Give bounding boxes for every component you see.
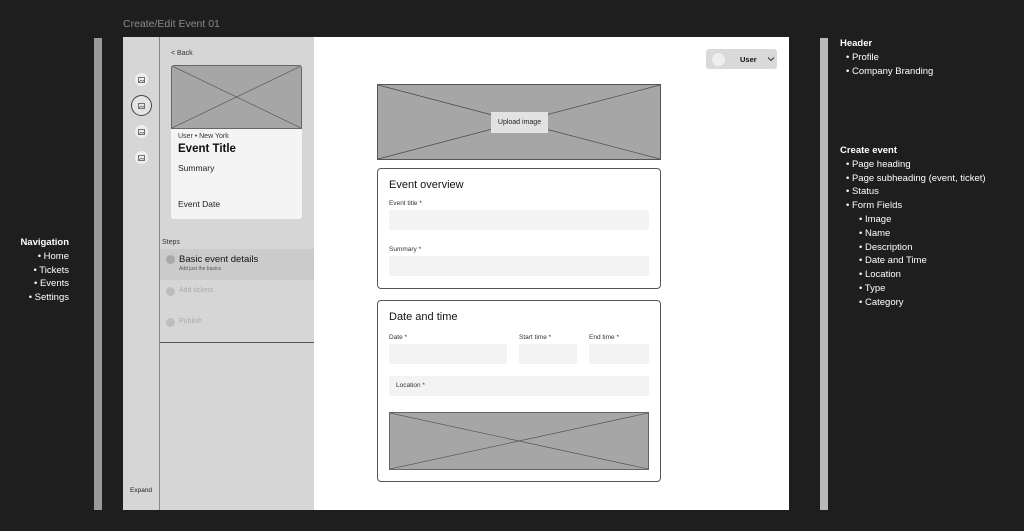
event-title-input[interactable] — [389, 210, 649, 230]
main-content: User Upload image Event overview Event t… — [314, 37, 789, 510]
step-sublabel: Add just the basics — [179, 266, 221, 272]
left-annotation-bar — [94, 38, 102, 510]
step-add-tickets[interactable]: Add tickets — [160, 281, 314, 312]
note-item: Home — [16, 250, 69, 264]
field-label: Start time * — [519, 334, 552, 341]
note-item: Settings — [16, 291, 69, 305]
note-subitem: Location — [840, 268, 986, 282]
step-publish[interactable]: Publish — [160, 312, 314, 343]
avatar — [712, 52, 725, 66]
create-event-note-heading: Create event — [840, 145, 898, 156]
right-annotation-bar — [820, 38, 828, 510]
event-date: Event Date — [178, 199, 221, 209]
expand-button[interactable]: Expand — [130, 487, 152, 494]
field-label: Date * — [389, 334, 408, 341]
field-label: Summary * — [389, 246, 422, 253]
end-time-input[interactable] — [589, 344, 649, 364]
note-subitem: Name — [840, 227, 986, 241]
icon-rail: Expand — [123, 37, 160, 510]
image-icon[interactable] — [131, 95, 152, 116]
note-item: Status — [840, 185, 986, 199]
start-time-input[interactable] — [519, 344, 577, 364]
location-input[interactable]: Location * — [389, 376, 649, 396]
summary-input[interactable] — [389, 256, 649, 276]
event-image-placeholder — [171, 65, 302, 129]
step-basic-details[interactable]: Basic event details Add just the basics — [160, 249, 314, 280]
event-title: Event Title — [178, 143, 236, 155]
field-label: Location * — [396, 382, 425, 389]
event-meta: User • New York — [178, 133, 229, 140]
event-preview-card: User • New York Event Title Summary Even… — [171, 65, 302, 219]
frame-title: Create/Edit Event 01 — [123, 18, 220, 30]
step-indicator — [166, 255, 175, 264]
back-link[interactable]: < Back — [171, 50, 193, 57]
step-label: Publish — [179, 318, 202, 325]
note-item: Company Branding — [840, 65, 933, 79]
note-item: Profile — [840, 51, 933, 65]
note-subitem: Type — [840, 282, 986, 296]
section-title: Date and time — [389, 311, 458, 323]
note-subitem: Description — [840, 241, 986, 255]
date-input[interactable] — [389, 344, 507, 364]
note-item: Form Fields — [840, 199, 986, 213]
event-overview-section: Event overview Event title * Summary * — [377, 168, 661, 289]
panel-divider — [160, 342, 314, 510]
step-indicator — [166, 318, 175, 327]
section-title: Event overview — [389, 179, 464, 191]
navigation-note: Navigation Home Tickets Events Settings — [16, 236, 69, 305]
note-subitem: Image — [840, 213, 986, 227]
image-icon[interactable] — [135, 73, 148, 86]
date-time-section: Date and time Date * Start time * End ti… — [377, 300, 661, 482]
header-note-heading: Header — [840, 38, 873, 49]
event-summary: Summary — [178, 163, 215, 173]
image-icon[interactable] — [135, 151, 148, 164]
step-indicator — [166, 287, 175, 296]
event-side-panel: < Back User • New York Event Title Summa… — [160, 37, 314, 510]
steps-label: Steps — [162, 239, 180, 246]
step-label: Basic event details — [179, 254, 259, 265]
note-item: Page heading — [840, 158, 986, 172]
field-label: End time * — [589, 334, 619, 341]
user-menu-button[interactable]: User — [706, 49, 777, 69]
header-note: Header Profile Company Branding — [840, 37, 933, 78]
step-label: Add tickets — [179, 287, 214, 294]
chevron-down-icon — [767, 57, 775, 62]
image-icon[interactable] — [135, 125, 148, 138]
note-item: Page subheading (event, ticket) — [840, 172, 986, 186]
note-subitem: Date and Time — [840, 254, 986, 268]
create-event-note: Create event Page heading Page subheadin… — [840, 144, 986, 310]
field-label: Event title * — [389, 200, 422, 207]
note-item: Events — [16, 277, 69, 291]
hero-image-placeholder: Upload image — [377, 84, 661, 160]
map-placeholder — [389, 412, 649, 470]
user-name: User — [740, 54, 757, 64]
note-subitem: Category — [840, 296, 986, 310]
note-item: Tickets — [16, 264, 69, 278]
upload-image-button[interactable]: Upload image — [491, 112, 548, 133]
navigation-note-heading: Navigation — [20, 237, 69, 248]
wireframe-canvas: Expand < Back User • New York Event Titl… — [123, 37, 789, 510]
